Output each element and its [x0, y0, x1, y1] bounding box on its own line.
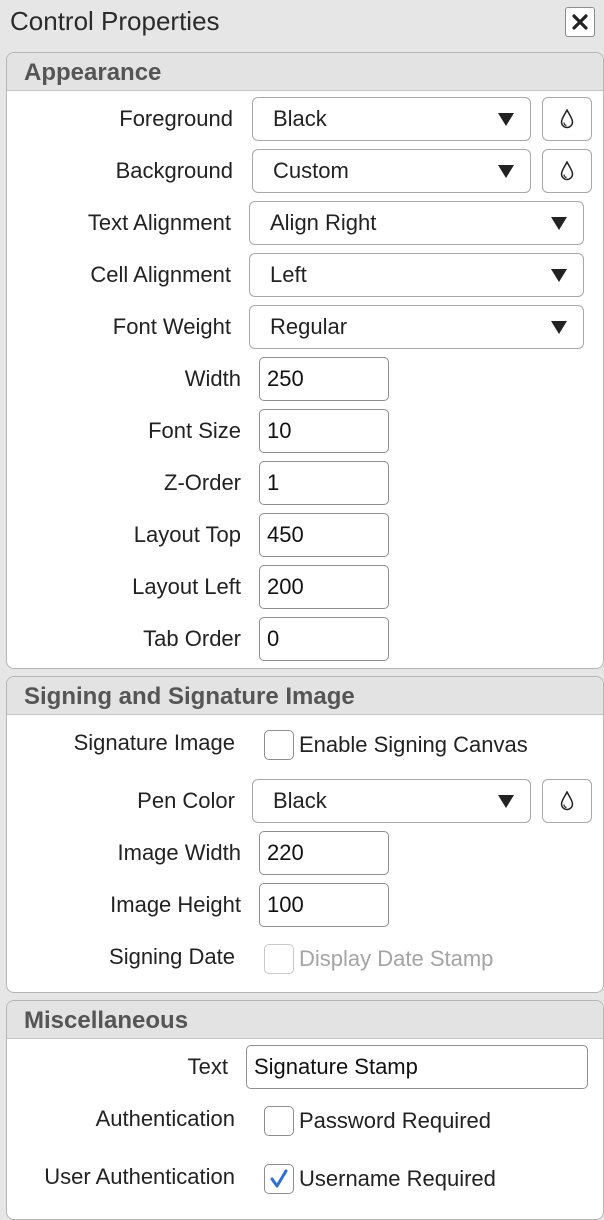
checkmark-icon	[270, 1169, 288, 1188]
font-weight-select[interactable]: Regular	[249, 305, 584, 349]
background-select[interactable]: Custom	[252, 149, 531, 193]
enable-signing-canvas-checkbox[interactable]	[264, 730, 294, 760]
close-button[interactable]	[565, 7, 595, 37]
title-bar: Control Properties	[0, 0, 604, 46]
chevron-down-icon	[551, 217, 567, 230]
background-value: Custom	[273, 158, 349, 183]
pen-color-picker-button[interactable]	[542, 779, 592, 823]
signing-header[interactable]: Signing and Signature Image	[7, 677, 603, 715]
image-height-label: Image Height	[110, 892, 241, 917]
image-height-input[interactable]: 100	[259, 883, 389, 927]
droplet-icon	[560, 161, 574, 181]
text-alignment-value: Align Right	[270, 210, 377, 235]
foreground-label: Foreground	[119, 106, 233, 131]
text-alignment-label: Text Alignment	[87, 210, 231, 235]
layout-left-input[interactable]: 200	[259, 565, 389, 609]
text-label: Text	[187, 1054, 228, 1079]
appearance-title: Appearance	[24, 59, 162, 86]
password-required-checkbox[interactable]	[264, 1106, 294, 1136]
chevron-down-icon	[498, 113, 514, 126]
background-color-picker-button[interactable]	[542, 149, 592, 193]
signing-section: Signing and Signature Image Signature Im…	[6, 676, 604, 993]
display-date-stamp-checkbox[interactable]	[264, 944, 294, 974]
text-alignment-select[interactable]: Align Right	[249, 201, 584, 245]
layout-top-input[interactable]: 450	[259, 513, 389, 557]
authentication-label: Authentication	[95, 1106, 235, 1131]
pen-color-label: Pen Color	[137, 788, 235, 813]
tab-order-input[interactable]: 0	[259, 617, 389, 661]
signature-image-label: Signature Image	[73, 730, 235, 755]
width-label: Width	[184, 366, 241, 391]
background-label: Background	[115, 158, 233, 183]
image-width-input[interactable]: 220	[259, 831, 389, 875]
pen-color-value: Black	[273, 788, 327, 813]
font-weight-value: Regular	[270, 314, 348, 339]
chevron-down-icon	[498, 795, 514, 808]
font-size-input[interactable]: 10	[259, 409, 389, 453]
enable-signing-canvas-label[interactable]: Enable Signing Canvas	[299, 731, 528, 759]
foreground-color-picker-button[interactable]	[542, 97, 592, 141]
misc-title: Miscellaneous	[24, 1007, 189, 1034]
pen-color-select[interactable]: Black	[252, 779, 531, 823]
tab-order-label: Tab Order	[143, 626, 241, 651]
chevron-down-icon	[551, 321, 567, 334]
width-input[interactable]: 250	[259, 357, 389, 401]
user-authentication-label: User Authentication	[44, 1164, 235, 1189]
window-title: Control Properties	[10, 6, 220, 36]
z-order-label: Z-Order	[164, 470, 241, 495]
username-required-checkbox[interactable]	[264, 1164, 294, 1194]
display-date-stamp-label[interactable]: Display Date Stamp	[299, 945, 493, 973]
close-icon	[572, 14, 588, 30]
chevron-down-icon	[498, 165, 514, 178]
z-order-input[interactable]: 1	[259, 461, 389, 505]
cell-alignment-select[interactable]: Left	[249, 253, 584, 297]
image-width-label: Image Width	[117, 840, 242, 865]
signing-title: Signing and Signature Image	[24, 683, 355, 710]
signing-date-label: Signing Date	[109, 944, 235, 969]
font-size-label: Font Size	[148, 418, 241, 443]
droplet-icon	[560, 109, 574, 129]
cell-alignment-value: Left	[270, 262, 307, 287]
foreground-select[interactable]: Black	[252, 97, 531, 141]
layout-left-label: Layout Left	[132, 574, 241, 599]
foreground-value: Black	[273, 106, 327, 131]
appearance-header[interactable]: Appearance	[7, 53, 603, 91]
cell-alignment-label: Cell Alignment	[90, 262, 231, 287]
misc-header[interactable]: Miscellaneous	[7, 1001, 603, 1039]
font-weight-label: Font Weight	[112, 314, 231, 339]
password-required-label[interactable]: Password Required	[299, 1107, 491, 1135]
chevron-down-icon	[551, 269, 567, 282]
layout-top-label: Layout Top	[133, 522, 241, 547]
username-required-label[interactable]: Username Required	[299, 1165, 496, 1193]
droplet-icon	[560, 791, 574, 811]
text-input[interactable]: Signature Stamp	[246, 1045, 588, 1089]
appearance-section: Appearance Foreground Black Background C…	[6, 52, 604, 669]
misc-section: Miscellaneous Text Signature Stamp Authe…	[6, 1000, 604, 1220]
